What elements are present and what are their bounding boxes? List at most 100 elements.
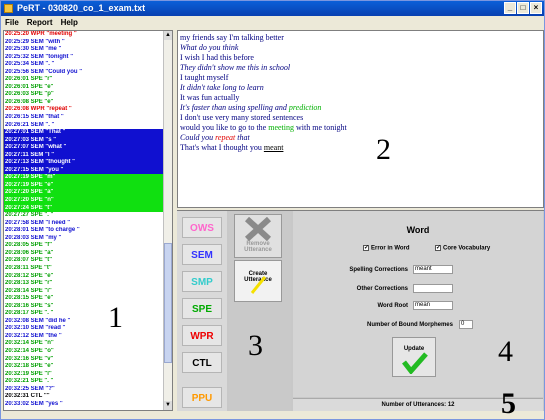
log-row[interactable]: 20:25:30 SEM "me " bbox=[4, 46, 164, 54]
log-row[interactable]: 20:28:12 SPE "e" bbox=[4, 273, 164, 281]
log-row[interactable]: 20:32:19 SPE "l" bbox=[4, 371, 164, 379]
transcript-sentence[interactable]: I don't use very many stored sentences bbox=[180, 113, 303, 122]
menu-file[interactable]: File bbox=[1, 16, 23, 29]
sentence-fragment: It's faster than using spelling and bbox=[180, 103, 289, 112]
event-log-list: 20:25:20 WPR "meeting " 20:25:29 SEM "wit… bbox=[4, 31, 164, 408]
remove-utterance-button[interactable]: Remove Utterance bbox=[234, 214, 282, 258]
other-corrections-input[interactable] bbox=[413, 284, 453, 293]
log-row[interactable]: 20:32:12 SEM "the " bbox=[4, 333, 164, 341]
log-row[interactable]: 20:26:15 SEM "that " bbox=[4, 114, 164, 122]
log-row[interactable]: 20:32:10 SEM "read " bbox=[4, 325, 164, 333]
log-row[interactable]: 20:32:14 SPE "n" bbox=[4, 340, 164, 348]
spelling-corrections-input[interactable]: meant bbox=[413, 265, 453, 274]
annotation-4: 4 bbox=[498, 335, 513, 368]
transcript-sentence[interactable]: It's faster than using spelling and pred… bbox=[180, 103, 321, 112]
wpr-button[interactable]: WPR bbox=[182, 325, 222, 346]
log-row[interactable]: 20:27:20 SPE "a" bbox=[4, 189, 164, 198]
log-row[interactable]: 20:28:16 SPE "s" bbox=[4, 303, 164, 311]
log-row[interactable]: 20:26:08 WPR "repeat " bbox=[4, 106, 164, 114]
log-row[interactable]: 20:32:21 SPE ". " bbox=[4, 378, 164, 386]
log-row[interactable]: 20:25:56 SEM "Could you " bbox=[4, 69, 164, 77]
log-row[interactable]: 20:32:18 SPE "e" bbox=[4, 363, 164, 371]
scroll-down-icon[interactable]: ▼ bbox=[164, 401, 172, 410]
log-row[interactable]: 20:25:34 SEM ". " bbox=[4, 61, 164, 69]
category-button-panel: OWS SEM SMP SPE WPR CTL PPU bbox=[177, 211, 227, 411]
log-row[interactable]: 20:26:21 SEM ". " bbox=[4, 122, 164, 130]
sentence-fragment: prediction bbox=[288, 103, 322, 112]
log-row[interactable]: 20:26:03 SPE "p" bbox=[4, 91, 164, 99]
log-row[interactable]: 20:26:01 SPE "r" bbox=[4, 76, 164, 84]
ows-button[interactable]: OWS bbox=[182, 217, 222, 238]
menu-report[interactable]: Report bbox=[23, 16, 57, 29]
log-row[interactable]: 20:25:20 WPR "meeting " bbox=[4, 31, 164, 39]
log-row[interactable]: 20:27:03 SEM "s " bbox=[4, 136, 164, 145]
log-row[interactable]: 20:27:27 SPE ". " bbox=[4, 212, 164, 220]
window-title: PeRT - 030820_co_1_exam.txt bbox=[17, 3, 146, 13]
error-in-word-checkbox[interactable]: ✓ Error in Word bbox=[363, 245, 410, 252]
log-row[interactable]: 20:26:08 SPE "e" bbox=[4, 99, 164, 107]
transcript-sentence[interactable]: would you like to go to the meeting with… bbox=[180, 123, 347, 132]
sentence-fragment: It was fun actually bbox=[180, 93, 240, 102]
transcript-sentence[interactable]: my friends say I'm talking better bbox=[180, 33, 284, 42]
log-row[interactable]: 20:27:58 SEM "I need " bbox=[4, 220, 164, 228]
log-row[interactable]: 20:33:02 SEM "yes " bbox=[4, 401, 164, 409]
log-row[interactable]: 20:27:24 SPE "t" bbox=[4, 204, 164, 213]
log-row[interactable]: 20:28:11 SPE "t" bbox=[4, 265, 164, 273]
vertical-scrollbar[interactable]: ▲ ▼ bbox=[163, 31, 172, 410]
transcript-sentence[interactable]: That's what I thought you meant bbox=[180, 143, 283, 152]
log-row[interactable]: 20:27:07 SEM "what " bbox=[4, 144, 164, 152]
spe-button[interactable]: SPE bbox=[182, 298, 222, 319]
close-button[interactable]: × bbox=[530, 2, 542, 14]
create-utterance-button[interactable]: Create Utterance bbox=[234, 260, 282, 302]
transcript-sentence[interactable]: It was fun actually bbox=[180, 93, 239, 102]
log-row[interactable]: 20:27:19 SPE "e" bbox=[4, 181, 164, 190]
log-row[interactable]: 20:25:29 SEM "with " bbox=[4, 39, 164, 47]
log-row[interactable]: 20:26:01 SPE "e" bbox=[4, 84, 164, 92]
log-row[interactable]: 20:32:25 SEM "?" bbox=[4, 386, 164, 394]
status-bar: Number of Utterances: 12 5 bbox=[293, 389, 543, 419]
word-panel-title: Word bbox=[406, 225, 430, 235]
transcript-sentence[interactable]: I taught myself bbox=[180, 73, 228, 82]
log-row[interactable]: 20:28:06 SPE "a" bbox=[4, 250, 164, 258]
maximize-button[interactable]: □ bbox=[517, 2, 529, 14]
log-row[interactable]: 20:27:01 SEM "That " bbox=[4, 129, 164, 137]
core-vocabulary-checkbox[interactable]: ✓ Core Vocabulary bbox=[435, 245, 490, 252]
minimize-button[interactable]: _ bbox=[504, 2, 516, 14]
log-row[interactable]: 20:32:16 SPE "v" bbox=[4, 356, 164, 364]
log-row[interactable]: 20:28:07 SPE "t" bbox=[4, 257, 164, 265]
log-row[interactable]: 20:28:15 SPE "e" bbox=[4, 295, 164, 303]
word-root-input[interactable]: mean bbox=[413, 301, 453, 310]
scroll-thumb[interactable] bbox=[164, 243, 172, 363]
transcript-sentence[interactable]: I wish I had this before bbox=[180, 53, 254, 62]
ctl-button[interactable]: CTL bbox=[182, 352, 222, 373]
update-button[interactable]: Update bbox=[392, 337, 436, 377]
log-row[interactable]: 20:27:19 SPE "m" bbox=[4, 174, 164, 182]
log-row[interactable]: 20:32:08 SEM "did he " bbox=[4, 318, 164, 326]
log-row[interactable]: 20:25:32 SEM "tonight " bbox=[4, 54, 164, 62]
log-row[interactable]: 20:27:20 SPE "n" bbox=[4, 197, 164, 205]
log-row[interactable]: 20:28:05 SPE "f" bbox=[4, 242, 164, 250]
log-row[interactable]: 20:27:15 SEM "you " bbox=[4, 166, 164, 175]
log-row[interactable]: 20:28:13 SPE "r" bbox=[4, 280, 164, 288]
log-row[interactable]: 20:28:14 SPE "i" bbox=[4, 288, 164, 296]
log-row[interactable]: 20:27:11 SEM "I " bbox=[4, 151, 164, 160]
transcript-sentence[interactable]: They didn't show me this in school bbox=[180, 63, 290, 72]
transcript-sentence[interactable]: What do you think bbox=[180, 43, 238, 52]
log-row[interactable]: 20:27:13 SEM "thought " bbox=[4, 159, 164, 167]
log-row[interactable]: 20:28:01 SEM "to charge " bbox=[4, 227, 164, 235]
scroll-up-icon[interactable]: ▲ bbox=[164, 31, 172, 40]
ppu-button[interactable]: PPU bbox=[182, 387, 222, 408]
sentence-fragment: repeat bbox=[215, 133, 236, 142]
log-row[interactable]: 20:28:03 SEM "my " bbox=[4, 235, 164, 243]
bound-morphemes-input[interactable]: 0 bbox=[459, 320, 473, 329]
smp-button[interactable]: SMP bbox=[182, 271, 222, 292]
log-row[interactable]: 20:28:17 SPE ". " bbox=[4, 310, 164, 318]
transcript-sentence[interactable]: It didn't take long to learn bbox=[180, 83, 264, 92]
app-icon bbox=[4, 4, 13, 13]
log-row[interactable]: 20:32:31 CTL "" bbox=[4, 393, 164, 401]
sem-button[interactable]: SEM bbox=[182, 244, 222, 265]
log-row[interactable]: 20:32:14 SPE "o" bbox=[4, 348, 164, 356]
menu-help[interactable]: Help bbox=[57, 16, 82, 29]
transcript-sentence[interactable]: Could you repeat that bbox=[180, 133, 250, 142]
other-corrections-label: Other Corrections bbox=[356, 286, 408, 292]
